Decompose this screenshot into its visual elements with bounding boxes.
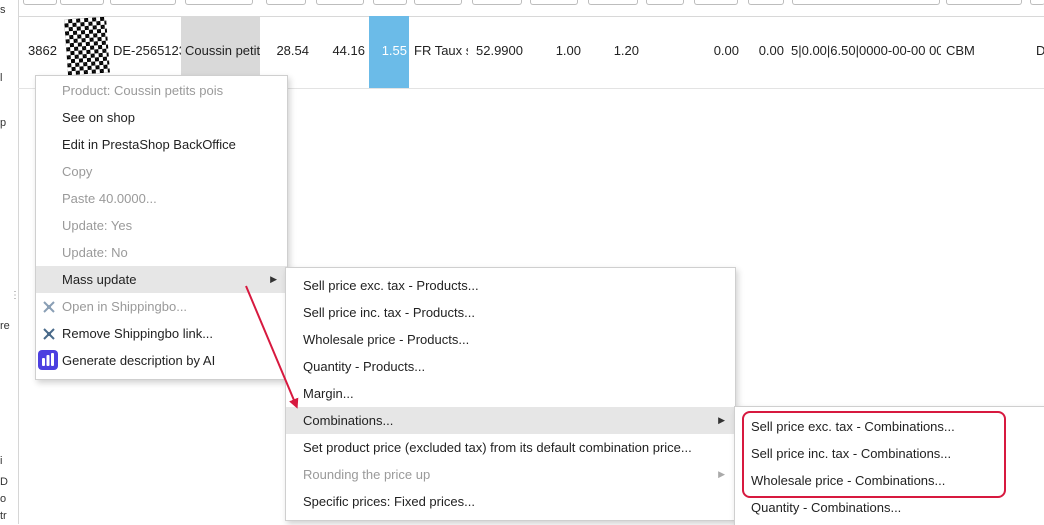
menu-item-edit-backoffice[interactable]: Edit in PrestaShop BackOffice [36,131,287,158]
cell-value: D [1036,43,1044,58]
filter-input[interactable] [316,0,364,5]
filter-input[interactable] [694,0,738,5]
menu-item-see-on-shop[interactable]: See on shop [36,104,287,131]
filter-input[interactable] [946,0,1022,5]
cell-value: 0.00 [713,43,739,58]
shippingbo-icon [43,301,55,313]
menu-item-quantity-combinations[interactable]: Quantity - Combinations... [735,494,1035,521]
submenu-arrow-icon: ▶ [718,469,725,479]
resize-handle-icon[interactable]: ⋮ [10,290,20,301]
menu-item-generate-ai[interactable]: Generate description by AI [36,347,287,374]
filter-input[interactable] [414,0,462,5]
cell-value: 1.00 [555,43,581,58]
context-menu: Product: Coussin petits pois See on shop… [35,75,288,380]
filter-input[interactable] [266,0,306,5]
left-panel-edge: s l p re i D o tr [0,0,19,524]
menu-item-remove-shippingbo[interactable]: Remove Shippingbo link... [36,320,287,347]
mass-update-submenu: Sell price exc. tax - Products... Sell p… [285,267,736,521]
filter-input[interactable] [646,0,684,5]
edge-text: re [0,320,10,332]
cell-value: 44.16 [332,43,365,58]
menu-item-copy: Copy [62,164,93,179]
menu-item-quantity-products[interactable]: Quantity - Products... [286,353,735,380]
menu-item-update-no: Update: No [62,245,128,260]
filter-input[interactable] [472,0,522,5]
filter-input[interactable] [185,0,253,5]
filter-input[interactable] [110,0,176,5]
cell-tax: FR Taux standard [414,43,468,58]
filter-input[interactable] [373,0,407,5]
filter-input[interactable] [1030,0,1044,5]
menu-item-mass-update[interactable]: Mass update ▶ [36,266,287,293]
edge-text: o [0,493,7,505]
menu-item-open-shippingbo: Open in Shippingbo... [36,293,287,320]
product-thumbnail[interactable] [64,16,110,76]
edge-text: s [0,4,6,16]
filter-input[interactable] [23,0,57,5]
cell-specific-price: 5|0.00|6.50|0000-00-00 00:00:00 [791,43,941,58]
edge-text: D [0,476,8,488]
filter-input[interactable] [588,0,638,5]
cell-value: 1.20 [613,43,639,58]
annotation-highlight-box [742,411,1006,498]
cell-value: CBM [946,43,975,58]
table-filter-row [18,0,1044,17]
menu-item-set-default-combination-price[interactable]: Set product price (excluded tax) from it… [286,434,735,461]
menu-item-margin[interactable]: Margin... [286,380,735,407]
filter-input[interactable] [792,0,940,5]
filter-input[interactable] [60,0,104,5]
menu-item-combinations[interactable]: Combinations... ▶ [286,407,735,434]
edge-text: p [0,117,7,129]
submenu-arrow-icon: ▶ [718,415,725,425]
menu-item-specific-fixed-prices[interactable]: Specific prices: Fixed prices... [286,488,735,515]
menu-item-product: Product: Coussin petits pois [62,83,224,98]
edge-text: i [0,455,3,467]
edge-text: l [0,72,3,84]
menu-item-sell-price-exc-products[interactable]: Sell price exc. tax - Products... [286,272,735,299]
menu-item-wholesale-products[interactable]: Wholesale price - Products... [286,326,735,353]
filter-input[interactable] [530,0,578,5]
edge-text: tr [0,510,7,522]
shippingbo-icon [43,328,55,340]
menu-item-update-yes: Update: Yes [62,218,133,233]
cell-value: 0.00 [758,43,784,58]
submenu-arrow-icon: ▶ [270,274,277,284]
filter-input[interactable] [748,0,784,5]
cell-selected-value[interactable]: 1.55 [369,16,409,88]
menu-item-paste: Paste 40.0000... [62,191,157,206]
ai-icon [38,350,58,370]
menu-item-rounding: Rounding the price up ▶ [286,461,735,488]
menu-item-sell-price-inc-products[interactable]: Sell price inc. tax - Products... [286,299,735,326]
